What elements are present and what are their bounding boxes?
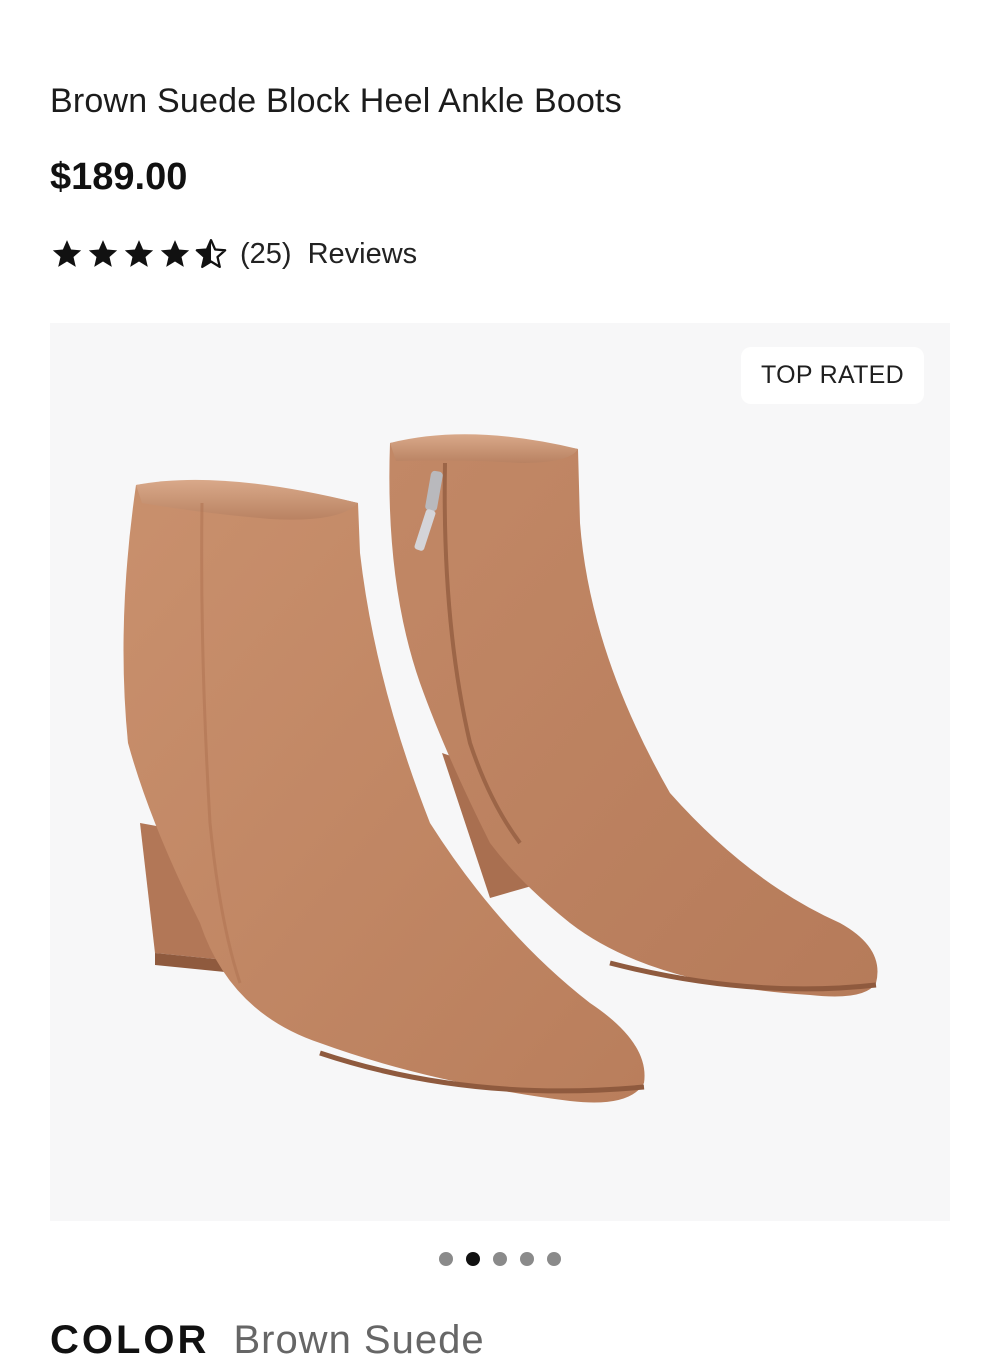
carousel-dot[interactable] — [493, 1252, 507, 1266]
reviews-link[interactable]: Reviews — [308, 238, 418, 271]
ankle-boots-image — [123, 434, 878, 1103]
color-selector-heading: COLOR Brown Suede — [50, 1318, 485, 1363]
product-price: $189.00 — [50, 156, 188, 198]
product-image-gallery[interactable]: TOP RATED — [50, 323, 950, 1221]
star-full-icon — [52, 240, 82, 267]
carousel-dot[interactable] — [547, 1252, 561, 1266]
color-value: Brown Suede — [233, 1318, 485, 1362]
carousel-dot-active[interactable] — [466, 1252, 480, 1266]
color-label: COLOR — [50, 1318, 210, 1362]
product-title: Brown Suede Block Heel Ankle Boots — [50, 82, 622, 120]
star-full-icon — [88, 240, 118, 267]
review-count: (25) — [240, 237, 292, 270]
carousel-dot[interactable] — [439, 1252, 453, 1266]
rating-row[interactable]: (25) Reviews — [50, 232, 417, 276]
star-full-icon — [160, 240, 190, 267]
carousel-dot[interactable] — [520, 1252, 534, 1266]
star-full-icon — [124, 240, 154, 267]
star-half-icon — [195, 238, 227, 269]
star-rating — [50, 237, 228, 271]
carousel-pagination[interactable] — [0, 1252, 1000, 1266]
top-rated-badge: TOP RATED — [740, 347, 924, 404]
